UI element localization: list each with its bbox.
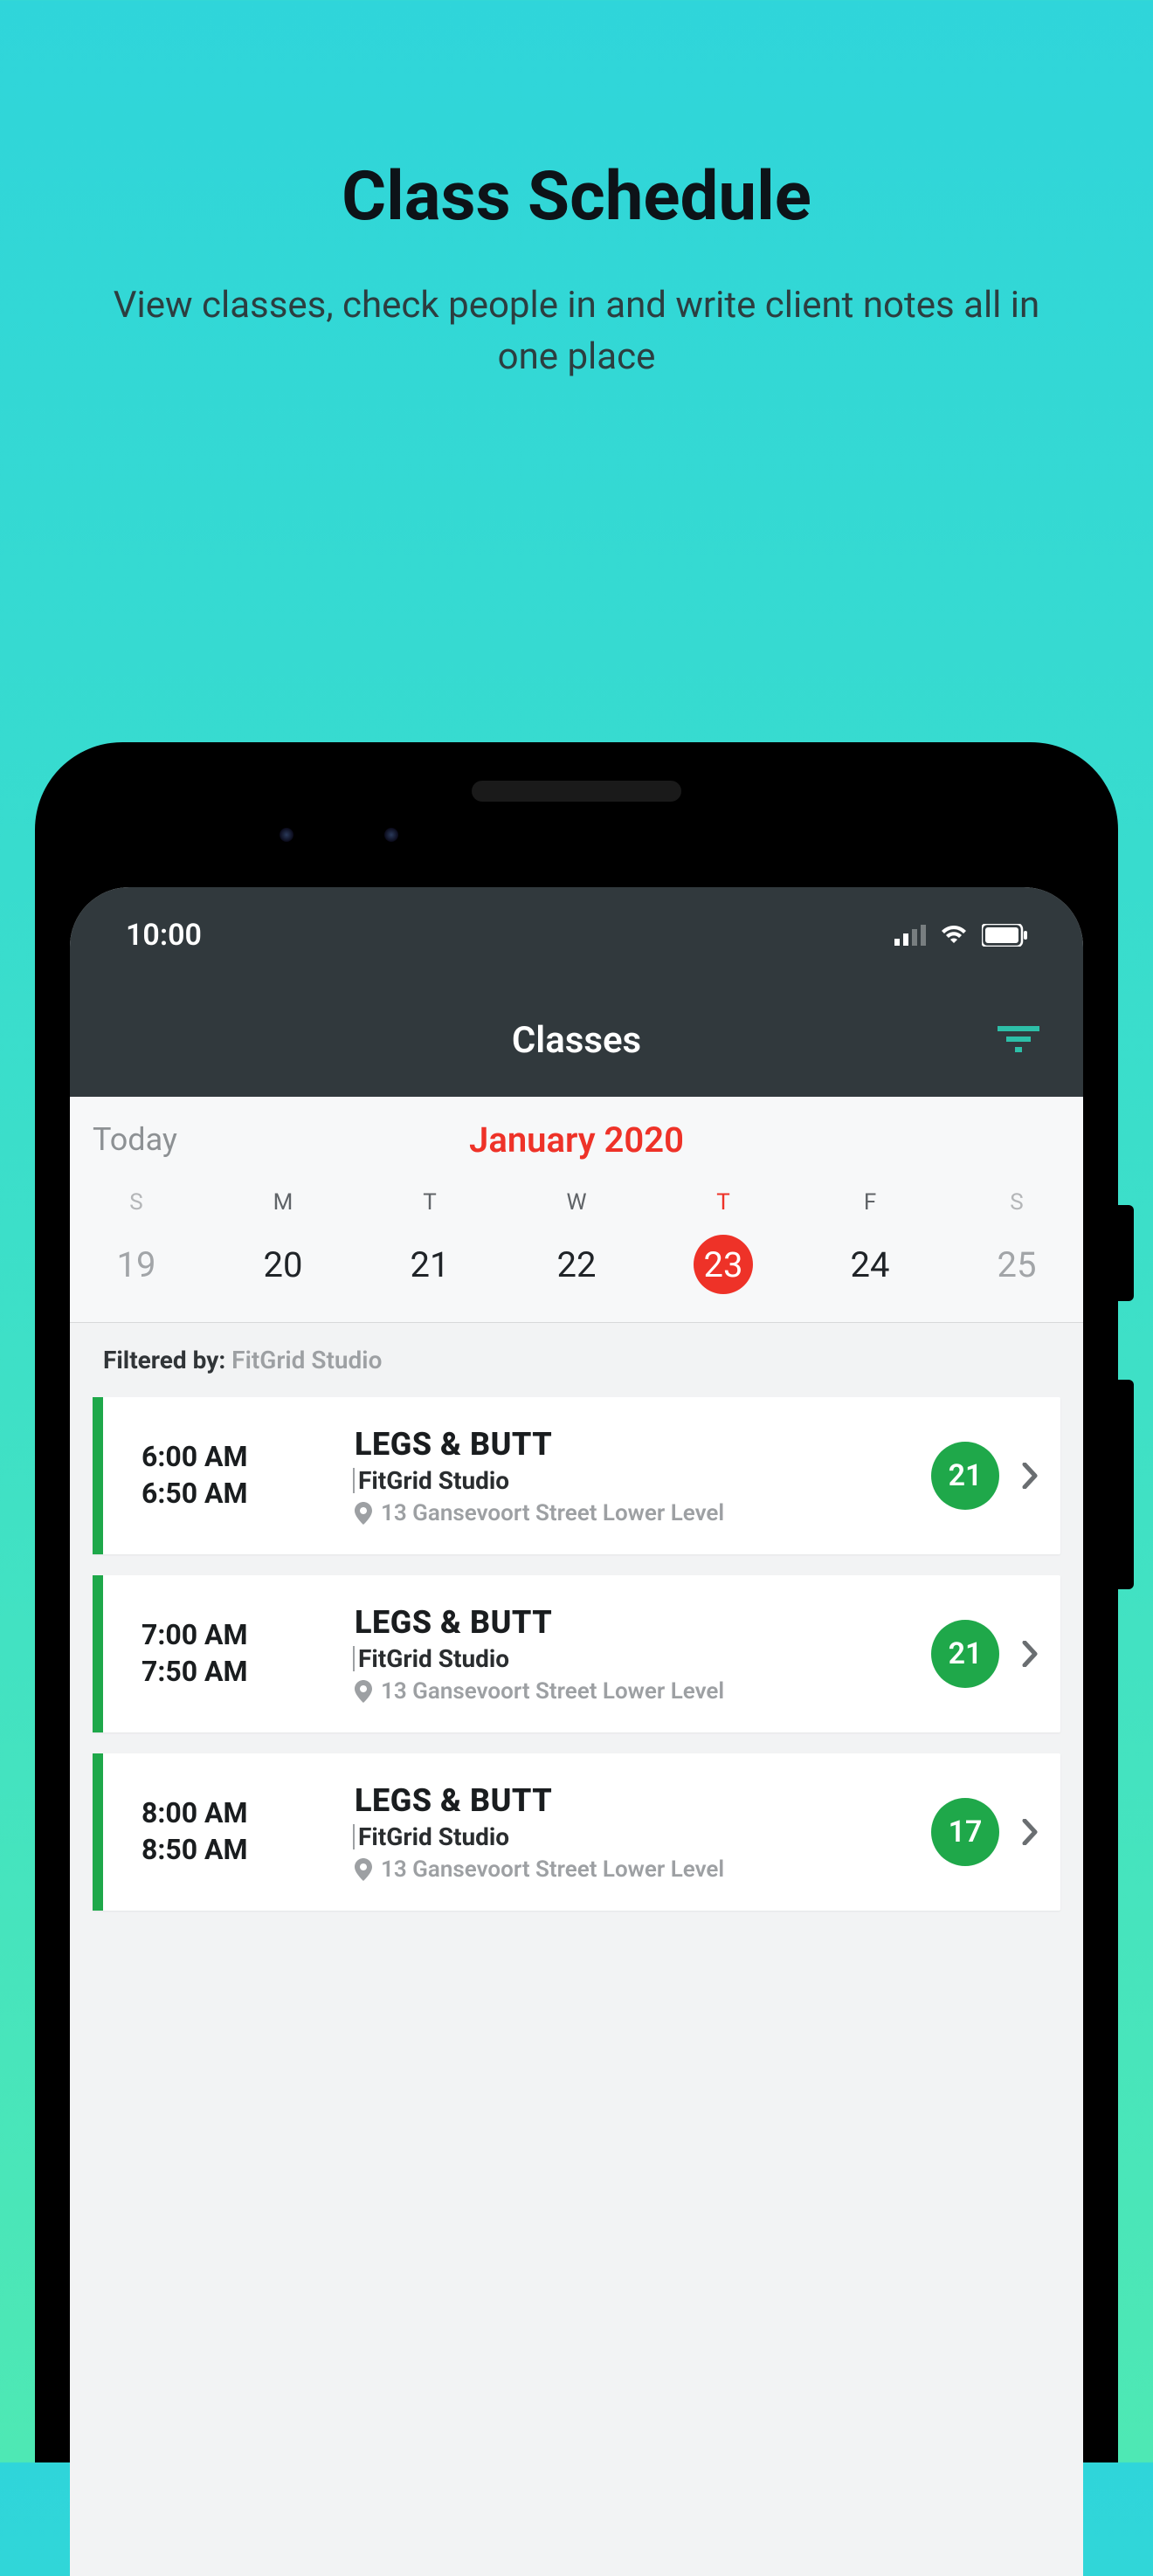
- accent-bar: [93, 1753, 103, 1911]
- attendee-count-badge: 21: [931, 1620, 999, 1688]
- day-number: 20: [253, 1235, 313, 1294]
- calendar-strip: Today January 2020 S 19 M 20 T 21 W 22 T 23 F 24 S 25: [70, 1097, 1083, 1322]
- address-row: 13 Gansevoort Street Lower Level: [355, 1500, 931, 1526]
- studio-name: FitGrid Studio: [355, 1822, 931, 1851]
- screen: 10:00: [70, 887, 1083, 2576]
- address-text: 13 Gansevoort Street Lower Level: [381, 1856, 724, 1883]
- battery-icon: [982, 924, 1027, 947]
- class-name: LEGS & BUTT: [355, 1604, 931, 1641]
- filter-by-label: Filtered by:: [103, 1346, 231, 1374]
- calendar-header: Today January 2020: [93, 1121, 1060, 1158]
- phone-side-button: [1118, 1205, 1134, 1301]
- chevron-right-icon: [999, 1641, 1060, 1667]
- filter-summary: Filtered by: FitGrid Studio: [70, 1323, 1083, 1397]
- address-text: 13 Gansevoort Street Lower Level: [381, 1678, 724, 1705]
- day-number: 25: [987, 1235, 1046, 1294]
- address-text: 13 Gansevoort Street Lower Level: [381, 1500, 724, 1526]
- time-column: 8:00 AM 8:50 AM: [103, 1795, 330, 1868]
- day-number: 19: [107, 1235, 166, 1294]
- app-header-title: Classes: [512, 1019, 641, 1062]
- time-column: 7:00 AM 7:50 AM: [103, 1617, 330, 1690]
- page-subtitle: View classes, check people in and write …: [0, 280, 1153, 383]
- end-time: 8:50 AM: [142, 1832, 330, 1869]
- day-letter: M: [273, 1189, 293, 1216]
- day-letter: T: [423, 1189, 437, 1216]
- phone-camera-icon: [384, 828, 398, 842]
- chevron-right-icon: [999, 1819, 1060, 1845]
- end-time: 6:50 AM: [142, 1476, 330, 1512]
- day-letter: W: [566, 1189, 586, 1216]
- studio-name: FitGrid Studio: [355, 1466, 931, 1495]
- accent-bar: [93, 1575, 103, 1732]
- day-column[interactable]: S 25: [973, 1189, 1060, 1294]
- start-time: 8:00 AM: [142, 1795, 330, 1832]
- day-number: 23: [694, 1235, 753, 1294]
- time-column: 6:00 AM 6:50 AM: [103, 1439, 330, 1512]
- filter-icon[interactable]: [998, 1024, 1039, 1056]
- start-time: 6:00 AM: [142, 1439, 330, 1476]
- class-name: LEGS & BUTT: [355, 1782, 931, 1819]
- class-name: LEGS & BUTT: [355, 1426, 931, 1463]
- day-column[interactable]: M 20: [239, 1189, 327, 1294]
- day-number: 24: [840, 1235, 900, 1294]
- filter-value: FitGrid Studio: [231, 1346, 382, 1374]
- class-card[interactable]: 6:00 AM 6:50 AM LEGS & BUTT FitGrid Stud…: [93, 1397, 1060, 1554]
- address-row: 13 Gansevoort Street Lower Level: [355, 1856, 931, 1883]
- day-column[interactable]: F 24: [826, 1189, 914, 1294]
- class-card[interactable]: 8:00 AM 8:50 AM LEGS & BUTT FitGrid Stud…: [93, 1753, 1060, 1911]
- details-column: LEGS & BUTT FitGrid Studio 13 Gansevoort…: [330, 1604, 931, 1705]
- chevron-right-icon: [999, 1463, 1060, 1489]
- day-column[interactable]: S 19: [93, 1189, 180, 1294]
- page-title: Class Schedule: [0, 157, 1153, 237]
- day-letter: S: [129, 1189, 142, 1216]
- attendee-count-badge: 21: [931, 1442, 999, 1510]
- address-row: 13 Gansevoort Street Lower Level: [355, 1678, 931, 1705]
- today-button[interactable]: Today: [93, 1121, 177, 1158]
- app-header: Classes: [70, 983, 1083, 1097]
- wifi-icon: [938, 924, 970, 947]
- start-time: 7:00 AM: [142, 1617, 330, 1654]
- details-column: LEGS & BUTT FitGrid Studio 13 Gansevoort…: [330, 1782, 931, 1883]
- status-icons: [894, 924, 1027, 947]
- phone-speaker: [472, 781, 681, 802]
- status-bar: 10:00: [70, 887, 1083, 983]
- month-label[interactable]: January 2020: [469, 1119, 684, 1161]
- status-time: 10:00: [126, 918, 202, 953]
- phone-side-button: [1118, 1380, 1134, 1589]
- day-letter: F: [864, 1189, 876, 1216]
- day-number: 21: [400, 1235, 459, 1294]
- day-letter: S: [1010, 1189, 1023, 1216]
- day-column[interactable]: T 21: [386, 1189, 473, 1294]
- studio-name: FitGrid Studio: [355, 1644, 931, 1673]
- class-card[interactable]: 7:00 AM 7:50 AM LEGS & BUTT FitGrid Stud…: [93, 1575, 1060, 1732]
- cellular-icon: [894, 925, 926, 946]
- details-column: LEGS & BUTT FitGrid Studio 13 Gansevoort…: [330, 1426, 931, 1526]
- location-pin-icon: [355, 1502, 372, 1525]
- day-letter: T: [716, 1189, 730, 1216]
- day-column[interactable]: W 22: [533, 1189, 620, 1294]
- location-pin-icon: [355, 1858, 372, 1881]
- location-pin-icon: [355, 1680, 372, 1703]
- phone-frame: 10:00: [35, 742, 1118, 2462]
- phone-camera-icon: [280, 828, 293, 842]
- attendee-count-badge: 17: [931, 1798, 999, 1866]
- end-time: 7:50 AM: [142, 1654, 330, 1691]
- accent-bar: [93, 1397, 103, 1554]
- day-number: 22: [547, 1235, 606, 1294]
- days-row: S 19 M 20 T 21 W 22 T 23 F 24 S 25: [93, 1189, 1060, 1294]
- day-column[interactable]: T 23: [680, 1189, 767, 1294]
